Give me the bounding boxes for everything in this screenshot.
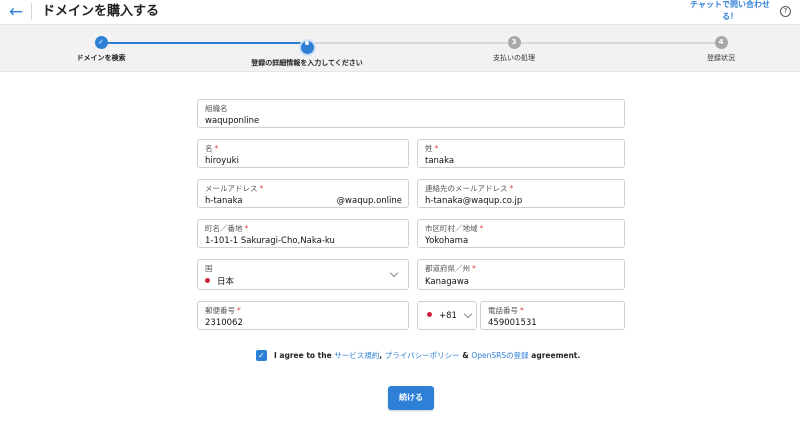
prefecture-value[interactable]: Kanagawa — [425, 277, 469, 288]
agreement-checkbox[interactable]: ✓ — [256, 350, 267, 361]
phone-field[interactable]: 電話番号 * 459001531 — [480, 301, 625, 330]
step-enter-details: 登録の詳細情報を入力してください — [227, 36, 387, 68]
agreement-text: I agree to the サービス規約, プライバシーポリシー & Open… — [274, 351, 581, 360]
email-field[interactable]: メールアドレス * h-tanaka @waqup.online — [197, 179, 409, 208]
first-name-label: 名 * — [205, 144, 219, 153]
city-field[interactable]: 市区町村／地域 * Yokohama — [417, 219, 625, 248]
postal-code-value[interactable]: 2310062 — [205, 318, 243, 329]
email-label: メールアドレス * — [205, 184, 264, 193]
agreement-row: ✓ I agree to the サービス規約, プライバシーポリシー & Op… — [256, 349, 586, 363]
prefecture-field[interactable]: 都道府県／州 * Kanagawa — [417, 259, 625, 290]
country-label: 国 — [205, 264, 213, 273]
phone-value[interactable]: 459001531 — [488, 318, 537, 329]
step-label: 登録状況 — [707, 54, 735, 62]
phone-label: 電話番号 * — [488, 306, 524, 315]
step-label: 登録の詳細情報を入力してください — [251, 58, 363, 67]
phone-code-value: +81 — [427, 311, 457, 322]
postal-code-field[interactable]: 郵便番号 * 2310062 — [197, 301, 409, 330]
step-label: 支払いの処理 — [493, 54, 535, 62]
city-value[interactable]: Yokohama — [425, 236, 468, 247]
step-number: 3 — [507, 36, 521, 49]
last-name-label: 姓 * — [425, 144, 439, 153]
step-number: 4 — [714, 36, 728, 49]
street-label: 町名／番地 * — [205, 224, 249, 233]
step-search-domain: ✓ ドメインを検索 — [21, 36, 181, 63]
country-value: 日本 — [205, 277, 234, 288]
email-value[interactable]: h-tanaka — [205, 196, 243, 207]
street-field[interactable]: 町名／番地 * 1-101-1 Sakuragi-Cho,Naka-ku — [197, 219, 409, 248]
street-value[interactable]: 1-101-1 Sakuragi-Cho,Naka-ku — [205, 236, 335, 247]
active-step-icon — [300, 40, 314, 54]
chevron-down-icon[interactable] — [389, 268, 399, 278]
prefecture-label: 都道府県／州 * — [425, 264, 476, 273]
question-circle-icon[interactable]: ? — [780, 6, 791, 17]
privacy-policy-link[interactable]: プライバシーポリシー — [385, 351, 460, 360]
opensrs-registration-link[interactable]: OpenSRSの登録 — [471, 351, 528, 360]
continue-button[interactable]: 続ける — [388, 386, 434, 410]
first-name-field[interactable]: 名 * hiroyuki — [197, 139, 409, 168]
japan-flag-icon — [205, 278, 210, 283]
email-domain-suffix: @waqup.online — [336, 196, 402, 206]
chevron-down-icon[interactable] — [463, 309, 473, 319]
country-select[interactable]: 国 日本 — [197, 259, 409, 290]
city-label: 市区町村／地域 * — [425, 224, 484, 233]
organization-value[interactable]: waquponline — [205, 116, 259, 127]
step-registration-status: 4 登録状況 — [641, 36, 800, 63]
last-name-field[interactable]: 姓 * tanaka — [417, 139, 625, 168]
first-name-value[interactable]: hiroyuki — [205, 156, 239, 167]
chat-link[interactable]: チャットで問い合わせる！ — [688, 0, 772, 23]
page-title: ドメインを購入する — [42, 4, 160, 19]
top-bar: ← ドメインを購入する チャットで問い合わせる！ ? — [0, 0, 800, 24]
last-name-value[interactable]: tanaka — [425, 156, 454, 167]
phone-country-code-select[interactable]: +81 — [417, 301, 477, 330]
contact-email-label: 連絡先のメールアドレス * — [425, 184, 514, 193]
step-payment: 3 支払いの処理 — [434, 36, 594, 63]
arrow-left-icon[interactable]: ← — [6, 2, 26, 22]
organization-label: 組織名 — [205, 104, 228, 113]
step-label: ドメインを検索 — [76, 54, 126, 62]
terms-of-service-link[interactable]: サービス規約 — [334, 351, 379, 360]
japan-flag-icon — [427, 312, 432, 317]
progress-stepper: ✓ ドメインを検索 登録の詳細情報を入力してください 3 支払いの処理 4 登録… — [0, 24, 800, 72]
header-divider — [31, 3, 32, 20]
contact-email-field[interactable]: 連絡先のメールアドレス * h-tanaka@waqup.co.jp — [417, 179, 625, 208]
organization-field[interactable]: 組織名 waquponline — [197, 99, 625, 128]
contact-email-value[interactable]: h-tanaka@waqup.co.jp — [425, 196, 522, 207]
check-icon: ✓ — [94, 36, 108, 49]
postal-code-label: 郵便番号 * — [205, 306, 241, 315]
